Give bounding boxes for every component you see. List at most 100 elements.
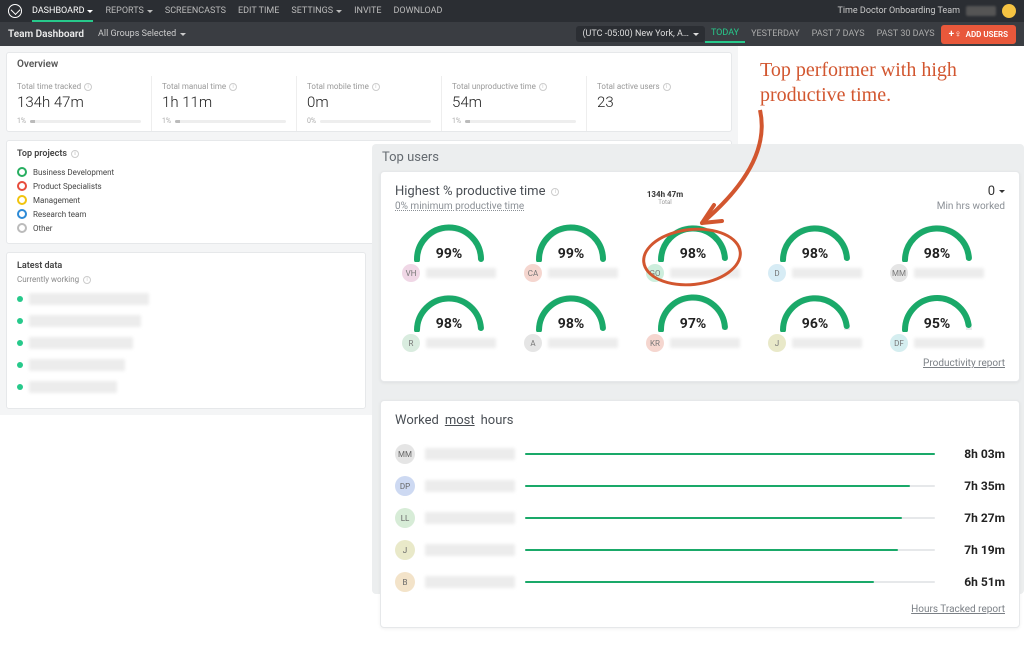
info-icon[interactable]: i (71, 150, 79, 158)
project-name: Research team (33, 210, 86, 219)
user-avatar: D (768, 264, 786, 282)
user-gauge[interactable]: 98% D (761, 222, 869, 282)
donut-sub: Total (658, 199, 671, 206)
gauge-arc: 99% (533, 222, 609, 260)
range-7days[interactable]: PAST 7 DAYS (806, 26, 871, 42)
redacted-name (426, 338, 496, 348)
overview-cell: Total active users i 23 (586, 76, 731, 131)
redacted-name (792, 338, 862, 348)
user-gauge[interactable]: 97% KR (639, 292, 747, 352)
user-gauge[interactable]: 98% R (395, 292, 503, 352)
nav-items: DASHBOARD REPORTS SCREENCASTS EDIT TIME … (32, 0, 442, 22)
user-avatar: R (402, 334, 420, 352)
project-color-icon (17, 195, 27, 205)
range-30days[interactable]: PAST 30 DAYS (871, 26, 941, 42)
user-gauge[interactable]: 96% J (761, 292, 869, 352)
redacted-name (548, 268, 618, 278)
hours-bar (525, 485, 935, 487)
project-name: Management (33, 196, 80, 205)
gauge-percent: 98% (411, 316, 487, 332)
productivity-report-link[interactable]: Productivity report (395, 358, 1005, 369)
info-icon[interactable]: i (539, 83, 547, 91)
groups-selector[interactable]: All Groups Selected (98, 29, 186, 39)
gauge-arc: 98% (777, 222, 853, 260)
project-name: Product Specialists (33, 182, 102, 191)
working-user-row[interactable] (17, 334, 355, 352)
range-yesterday[interactable]: YESTERDAY (745, 26, 806, 42)
online-dot-icon (17, 340, 23, 346)
project-color-icon (17, 209, 27, 219)
worked-row[interactable]: LL 7h 27m (395, 502, 1005, 534)
user-avatar: J (395, 540, 415, 560)
timezone-selector[interactable]: (UTC -05:00) New York, A… (576, 26, 704, 42)
nav-screencasts[interactable]: SCREENCASTS (165, 0, 226, 22)
metric-label: Total mobile time i (307, 82, 431, 91)
nav-settings[interactable]: SETTINGS (291, 0, 342, 22)
top-navbar: DASHBOARD REPORTS SCREENCASTS EDIT TIME … (0, 0, 1024, 22)
online-dot-icon (17, 296, 23, 302)
hours-tracked-link[interactable]: Hours Tracked report (395, 604, 1005, 615)
working-user-row[interactable] (17, 312, 355, 330)
add-users-button[interactable]: +♀ADD USERS (941, 25, 1016, 44)
chevron-down-icon (147, 10, 153, 13)
working-user-row[interactable] (17, 290, 355, 308)
redacted-name (548, 338, 618, 348)
app-logo-icon (8, 4, 22, 18)
info-icon[interactable]: i (372, 83, 380, 91)
worked-row[interactable]: DP 7h 35m (395, 470, 1005, 502)
online-dot-icon (17, 318, 23, 324)
redacted-name (914, 338, 984, 348)
gauge-percent: 97% (655, 316, 731, 332)
latest-data-card: Latest data Currently workingi (6, 252, 366, 409)
user-avatar[interactable] (1002, 4, 1016, 18)
overview-cell: Total mobile time i 0m 0% (296, 76, 441, 131)
info-icon[interactable]: i (84, 83, 92, 91)
working-user-row[interactable] (17, 378, 355, 396)
hours-value: 6h 51m (945, 575, 1005, 589)
nav-edit-time[interactable]: EDIT TIME (238, 0, 279, 22)
projects-donut-chart: 134h 47mTotal (626, 159, 704, 237)
info-icon[interactable]: i (551, 188, 559, 196)
overview-cell: Total manual time i 1h 11m 1% (151, 76, 296, 131)
user-gauge[interactable]: 99% CA (517, 222, 625, 282)
worked-row[interactable]: J 7h 19m (395, 534, 1005, 566)
user-avatar: B (395, 572, 415, 592)
hours-bar (525, 453, 935, 455)
range-today[interactable]: TODAY (705, 25, 745, 43)
user-gauge[interactable]: 99% VH (395, 222, 503, 282)
min-productive-link[interactable]: 0% minimum productive time (395, 201, 524, 212)
gauge-arc: 98% (899, 222, 975, 260)
user-gauge[interactable]: 95% DF (883, 292, 991, 352)
user-avatar: LL (395, 508, 415, 528)
info-icon[interactable]: i (83, 276, 91, 284)
nav-invite[interactable]: INVITE (354, 0, 381, 22)
metric-bar: 1% (452, 117, 576, 125)
redacted-name (29, 381, 117, 393)
project-color-icon (17, 167, 27, 177)
redacted-name (425, 480, 515, 492)
user-gauge[interactable]: 98% MM (883, 222, 991, 282)
worked-row[interactable]: MM 8h 03m (395, 438, 1005, 470)
redacted-name (29, 337, 133, 349)
metric-bar: 0% (307, 117, 431, 125)
gauge-percent: 99% (411, 246, 487, 262)
info-icon[interactable]: i (663, 83, 671, 91)
nav-reports[interactable]: REPORTS (105, 0, 152, 22)
redacted-name (29, 293, 149, 305)
redacted-name (425, 512, 515, 524)
nav-download[interactable]: DOWNLOAD (393, 0, 442, 22)
redacted-name (670, 338, 740, 348)
project-name: Other (33, 224, 52, 233)
highest-productive-title: Highest % productive timei (395, 184, 559, 199)
gauge-arc: 95% (899, 292, 975, 330)
working-user-row[interactable] (17, 356, 355, 374)
metric-bar: 1% (17, 117, 141, 125)
project-color-icon (17, 181, 27, 191)
nav-dashboard[interactable]: DASHBOARD (32, 0, 93, 22)
worked-row[interactable]: B 6h 51m (395, 566, 1005, 598)
gauge-percent: 99% (533, 246, 609, 262)
min-hrs-dropdown[interactable]: 0 (988, 184, 1005, 199)
gauge-percent: 98% (899, 246, 975, 262)
user-gauge[interactable]: 98% A (517, 292, 625, 352)
info-icon[interactable]: i (229, 83, 237, 91)
